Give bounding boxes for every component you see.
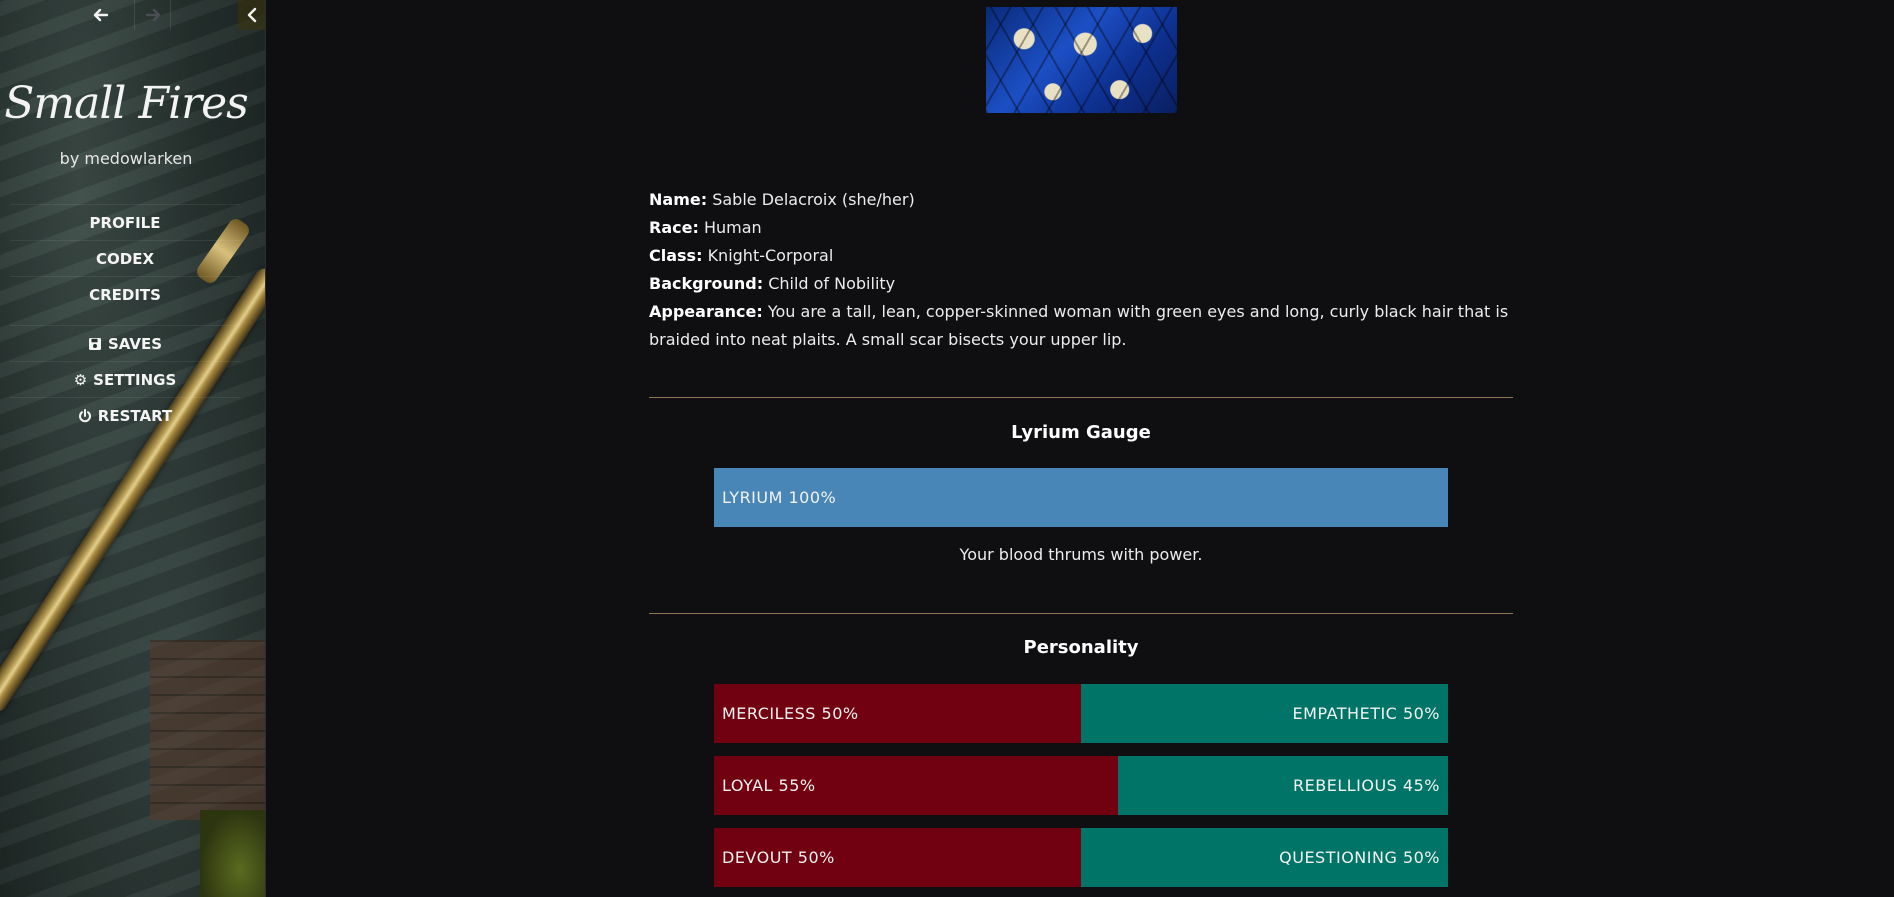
trait-right-fill: REBELLIOUS 45%: [1117, 756, 1448, 815]
bio-appearance-row: Appearance: You are a tall, lean, copper…: [649, 298, 1519, 354]
bio-background-row: Background: Child of Nobility: [649, 270, 1519, 298]
menu-settings-label: SETTINGS: [93, 370, 177, 389]
chevron-left-icon: [247, 7, 256, 23]
bio-appearance-label: Appearance:: [649, 302, 763, 321]
bio-class-value: Knight-Corporal: [707, 246, 834, 265]
gear-icon: ⚙: [73, 370, 88, 389]
section-divider: [649, 613, 1513, 614]
menu-restart-button[interactable]: RESTART: [10, 397, 240, 433]
trait-left-fill: LOYAL 55%: [714, 756, 1118, 815]
bio-class-row: Class: Knight-Corporal: [649, 242, 1519, 270]
personality-trait-bar-loyal-rebellious: LOYAL 55% REBELLIOUS 45%: [714, 756, 1448, 815]
menu-saves-button[interactable]: SAVES: [10, 325, 240, 361]
bio-name-label: Name:: [649, 190, 708, 209]
arrow-right-icon: [145, 8, 160, 22]
trait-left-label: LOYAL 55%: [722, 776, 816, 795]
lyrium-gauge-fill: LYRIUM 100%: [714, 468, 1448, 527]
bio-background-value: Child of Nobility: [768, 274, 896, 293]
bio-race-label: Race:: [649, 218, 699, 237]
trait-left-fill: DEVOUT 50%: [714, 828, 1081, 887]
menu-codex-label: CODEX: [95, 249, 155, 268]
menu-credits-button[interactable]: CREDITS: [10, 276, 240, 312]
bio-name-value: Sable Delacroix (she/her): [712, 190, 915, 209]
menu-restart-label: RESTART: [97, 406, 173, 425]
section-divider: [649, 397, 1513, 398]
bio-appearance-value: You are a tall, lean, copper-skinned wom…: [649, 302, 1509, 349]
bio-background-label: Background:: [649, 274, 764, 293]
history-forward-button[interactable]: [134, 0, 171, 30]
menu-profile-button[interactable]: PROFILE: [10, 204, 240, 240]
story-menu: PROFILE CODEX CREDITS: [10, 204, 240, 312]
save-icon: [88, 337, 101, 350]
bio-class-label: Class:: [649, 246, 703, 265]
menu-settings-button[interactable]: ⚙ SETTINGS: [10, 361, 240, 397]
personality-title: Personality: [1023, 637, 1139, 658]
profile-page: Name: Sable Delacroix (she/her) Race: Hu…: [266, 0, 1894, 897]
lyrium-gauge-note: Your blood thrums with power.: [959, 545, 1203, 564]
personality-trait-bar-devout-questioning: DEVOUT 50% QUESTIONING 50%: [714, 828, 1448, 887]
trait-right-label: EMPATHETIC 50%: [1292, 704, 1440, 723]
sidebar-background-foliage: [200, 810, 265, 897]
trait-right-label: QUESTIONING 50%: [1279, 848, 1440, 867]
history-back-button[interactable]: [83, 0, 118, 30]
bio-race-value: Human: [703, 218, 762, 237]
power-icon: [78, 408, 91, 422]
menu-codex-button[interactable]: CODEX: [10, 240, 240, 276]
menu-saves-label: SAVES: [107, 334, 163, 353]
system-menu: SAVES ⚙ SETTINGS RESTART: [10, 325, 240, 433]
trait-left-label: DEVOUT 50%: [722, 848, 835, 867]
personality-trait-bar-merciless-empathetic: MERCILESS 50% EMPATHETIC 50%: [714, 684, 1448, 743]
trait-right-label: REBELLIOUS 45%: [1293, 776, 1440, 795]
bio-race-row: Race: Human: [649, 214, 1519, 242]
sidebar: Small Fires by medowlarken PROFILE CODEX…: [0, 0, 266, 897]
lyrium-gauge-title: Lyrium Gauge: [1011, 422, 1151, 443]
trait-right-fill: QUESTIONING 50%: [1081, 828, 1448, 887]
sidebar-collapse-button[interactable]: [238, 0, 265, 30]
story-author: by medowlarken: [59, 149, 193, 168]
trait-right-fill: EMPATHETIC 50%: [1081, 684, 1448, 743]
lyrium-gauge-bar: LYRIUM 100%: [714, 468, 1448, 527]
sidebar-background-brick: [150, 640, 265, 820]
menu-profile-label: PROFILE: [89, 213, 161, 232]
trait-left-fill: MERCILESS 50%: [714, 684, 1081, 743]
story-title: Small Fires: [4, 78, 248, 129]
arrow-left-icon: [93, 8, 108, 22]
menu-credits-label: CREDITS: [89, 285, 161, 304]
stained-glass-banner-image: [986, 7, 1177, 113]
lyrium-gauge-label: LYRIUM 100%: [722, 488, 837, 507]
bio-name-row: Name: Sable Delacroix (she/her): [649, 186, 1519, 214]
trait-left-label: MERCILESS 50%: [722, 704, 859, 723]
character-bio: Name: Sable Delacroix (she/her) Race: Hu…: [649, 186, 1519, 354]
